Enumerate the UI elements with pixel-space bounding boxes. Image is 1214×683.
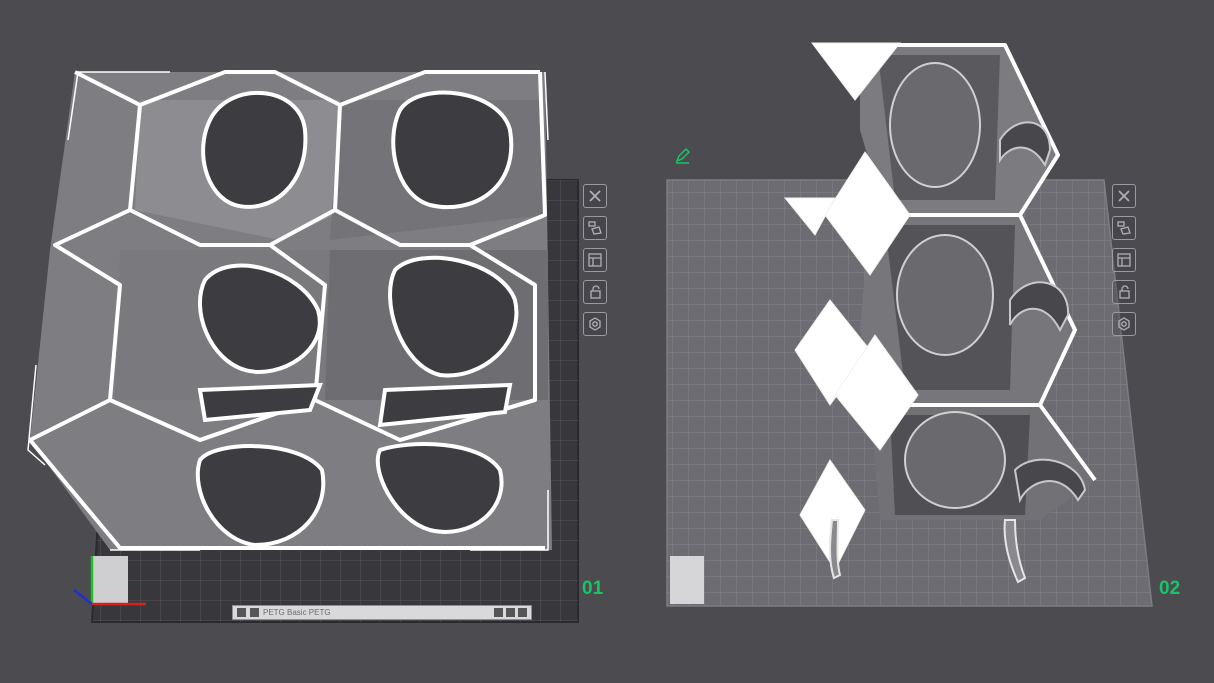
close-icon (1118, 190, 1130, 202)
lock-icon (1119, 285, 1130, 299)
plate-number-02: 02 (1159, 578, 1181, 599)
plate-02-toolbar (1112, 184, 1136, 336)
orient-plate-button[interactable] (1112, 248, 1136, 272)
plate-filament-strip[interactable]: PETG Basic PETG (232, 605, 532, 620)
lock-plate-button[interactable] (1112, 280, 1136, 304)
filament-label: PETG Basic PETG (263, 608, 331, 617)
delete-plate-button[interactable] (583, 184, 607, 208)
plate-corner-marker (92, 556, 128, 604)
upload-icon[interactable] (494, 608, 503, 617)
settings-icon (1118, 317, 1130, 331)
plate-settings-button[interactable] (1112, 312, 1136, 336)
arrange-icon (588, 221, 602, 235)
square-icon[interactable] (506, 608, 515, 617)
lock-icon (590, 285, 601, 299)
plate-corner-marker (670, 556, 704, 604)
plate-01-toolbar (583, 184, 607, 336)
lock-plate-button[interactable] (583, 280, 607, 304)
arrange-plate-button[interactable] (1112, 216, 1136, 240)
3d-viewport[interactable]: 01 02 PETG Basic PETG (0, 0, 1214, 683)
scene-canvas[interactable] (0, 0, 1214, 683)
close-icon (589, 190, 601, 202)
settings-icon (589, 317, 601, 331)
upload-icon[interactable] (518, 608, 527, 617)
filament-icon (250, 608, 259, 617)
plate-number-01: 01 (582, 578, 604, 599)
arrange-icon (1117, 221, 1131, 235)
arrange-plate-button[interactable] (583, 216, 607, 240)
layout-icon (1117, 253, 1131, 267)
delete-plate-button[interactable] (1112, 184, 1136, 208)
plate-settings-button[interactable] (583, 312, 607, 336)
layout-icon (588, 253, 602, 267)
lattice-model-02[interactable] (783, 42, 1097, 584)
lattice-model-01[interactable] (27, 70, 552, 551)
filament-icon (237, 608, 246, 617)
edit-plate-name-icon[interactable] (674, 147, 692, 165)
orient-plate-button[interactable] (583, 248, 607, 272)
